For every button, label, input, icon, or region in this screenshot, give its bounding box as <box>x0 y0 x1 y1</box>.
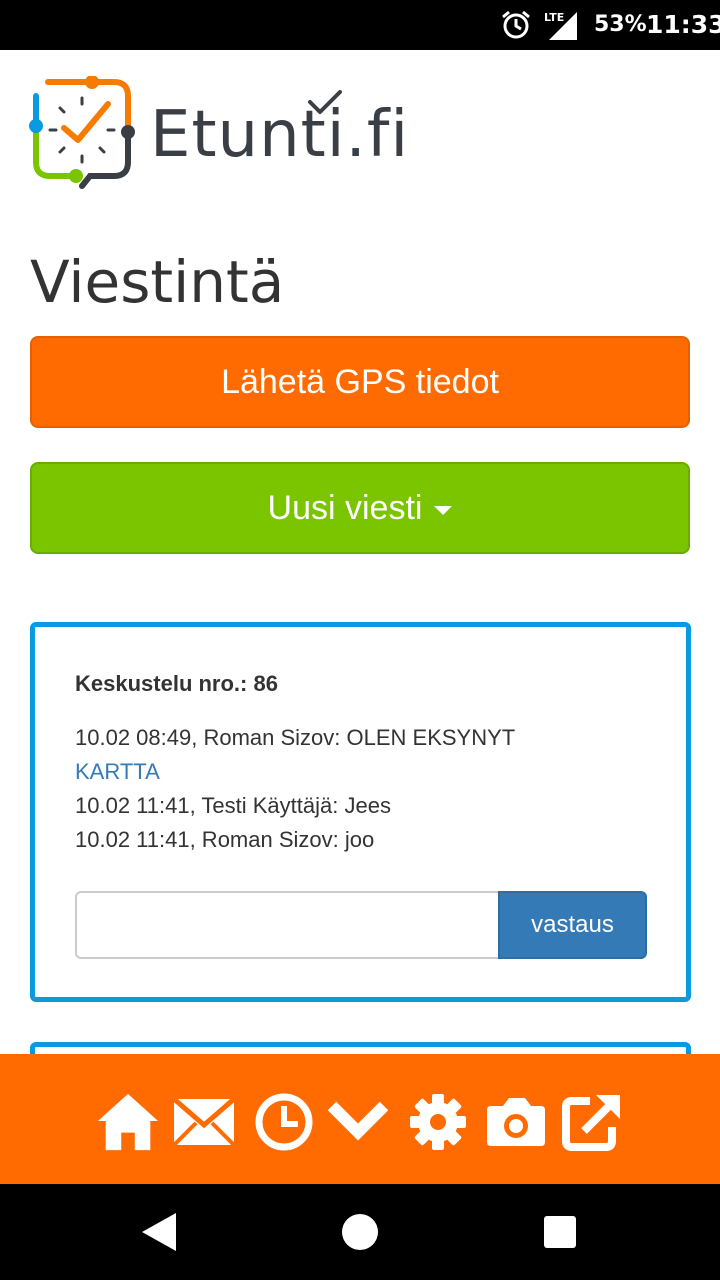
message-line: 10.02 11:41, Roman Sizov: joo <box>75 827 375 852</box>
logo-wordmark: Etunti.fi <box>150 98 410 172</box>
home-nav-icon[interactable] <box>332 1204 388 1260</box>
camera-icon[interactable] <box>484 1090 548 1154</box>
map-link[interactable]: KARTTA <box>75 759 160 785</box>
chevron-down-icon[interactable] <box>326 1090 390 1154</box>
system-nav-bar <box>0 1184 720 1280</box>
alarm-icon <box>502 10 530 39</box>
reply-button[interactable]: vastaus <box>498 891 647 959</box>
send-gps-label: Lähetä GPS tiedot <box>221 362 499 401</box>
home-icon[interactable] <box>96 1090 160 1154</box>
conversation-card: Keskustelu nro.: 86 10.02 08:49, Roman S… <box>30 622 691 1002</box>
reply-button-label: vastaus <box>531 911 614 938</box>
logo-check-icon <box>308 90 342 114</box>
new-message-button[interactable]: Uusi viesti <box>30 462 690 554</box>
page-title: Viestintä <box>30 248 285 316</box>
status-bar: LTE 53% 11:33 <box>0 0 720 50</box>
network-label: LTE <box>544 11 564 24</box>
recents-icon[interactable] <box>532 1204 588 1260</box>
mail-icon[interactable] <box>172 1090 236 1154</box>
message-line: 10.02 11:41, Testi Käyttäjä: Jees <box>75 793 391 818</box>
signal-icon: LTE <box>544 11 577 40</box>
conversation-title: Keskustelu nro.: 86 <box>75 671 278 696</box>
caret-down-icon <box>434 505 453 515</box>
clock-icon[interactable] <box>252 1090 316 1154</box>
etunti-logo[interactable]: Etunti.fi <box>28 76 408 194</box>
new-message-label: Uusi viesti <box>267 488 423 527</box>
gear-icon[interactable] <box>406 1090 470 1154</box>
message-line: 10.02 08:49, Roman Sizov: OLEN EKSYNYT <box>75 725 516 750</box>
reply-input[interactable] <box>75 891 500 959</box>
external-link-icon[interactable] <box>560 1090 624 1154</box>
bottom-toolbar <box>0 1054 720 1184</box>
logo-clock-icon <box>29 76 135 189</box>
send-gps-button[interactable]: Lähetä GPS tiedot <box>30 336 690 428</box>
status-time: 11:33 <box>646 10 720 39</box>
battery-level: 53% <box>594 12 647 37</box>
back-icon[interactable] <box>132 1204 188 1260</box>
